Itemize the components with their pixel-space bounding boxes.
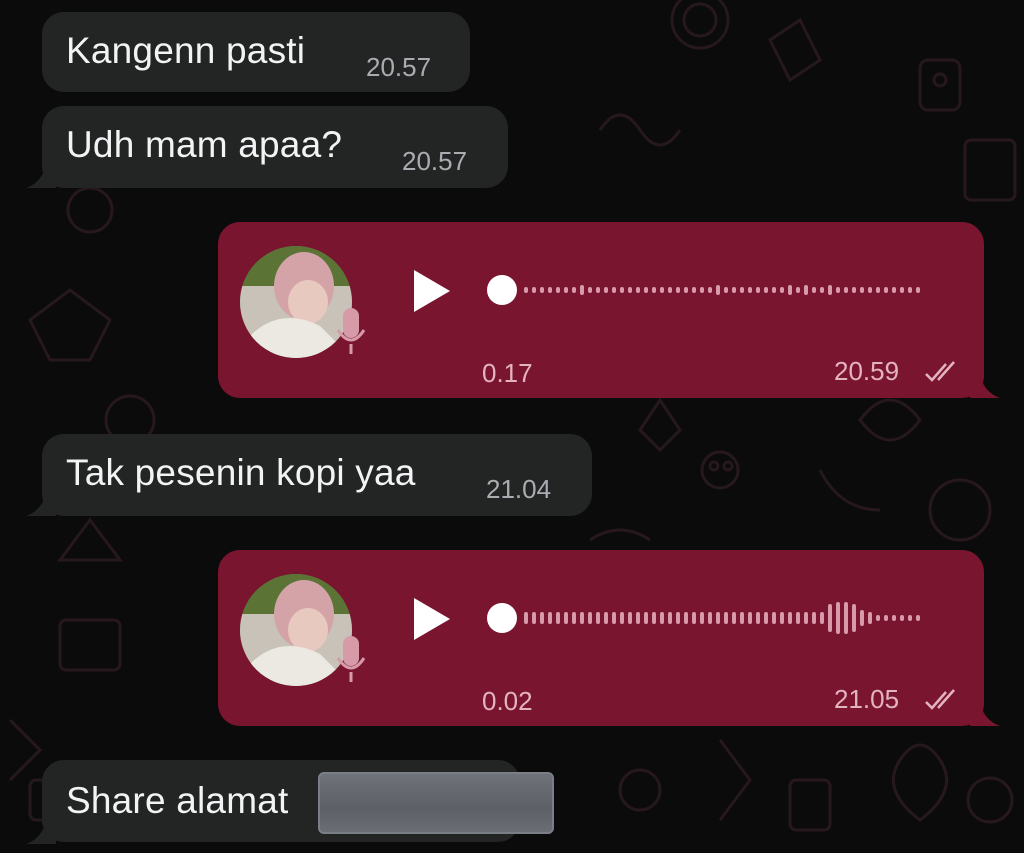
incoming-message[interactable]: Kangenn pasti 20.57 [42,12,470,92]
incoming-message[interactable]: Tak pesenin kopi yaa 21.04 [42,434,592,516]
microphone-icon [336,308,366,354]
play-button[interactable] [412,596,452,642]
message-text: Udh mam apaa? [66,124,343,165]
message-time: 21.04 [486,474,552,504]
message-time: 20.57 [366,52,432,82]
voice-duration: 0.17 [482,358,533,388]
message-time: 20.59 [834,356,900,386]
message-text: Share alamat [66,780,289,821]
double-check-icon [925,361,955,382]
redacted-block [318,772,554,834]
audio-waveform[interactable] [484,270,944,310]
message-text: Tak pesenin kopi yaa [66,452,416,493]
microphone-icon [336,636,366,682]
double-check-icon [925,689,955,710]
audio-waveform[interactable] [484,598,944,638]
incoming-message[interactable]: Udh mam apaa? 20.57 [42,106,508,188]
voice-message[interactable]: 0.02 21.05 [218,550,984,726]
message-text: Kangenn pasti [66,30,306,71]
message-time: 21.05 [834,684,900,714]
message-time: 20.57 [402,146,468,176]
bubble-tail [970,368,1000,398]
voice-message[interactable]: 0.17 20.59 [218,222,984,398]
play-button[interactable] [412,268,452,314]
voice-duration: 0.02 [482,686,533,716]
bubble-tail [970,696,1000,726]
